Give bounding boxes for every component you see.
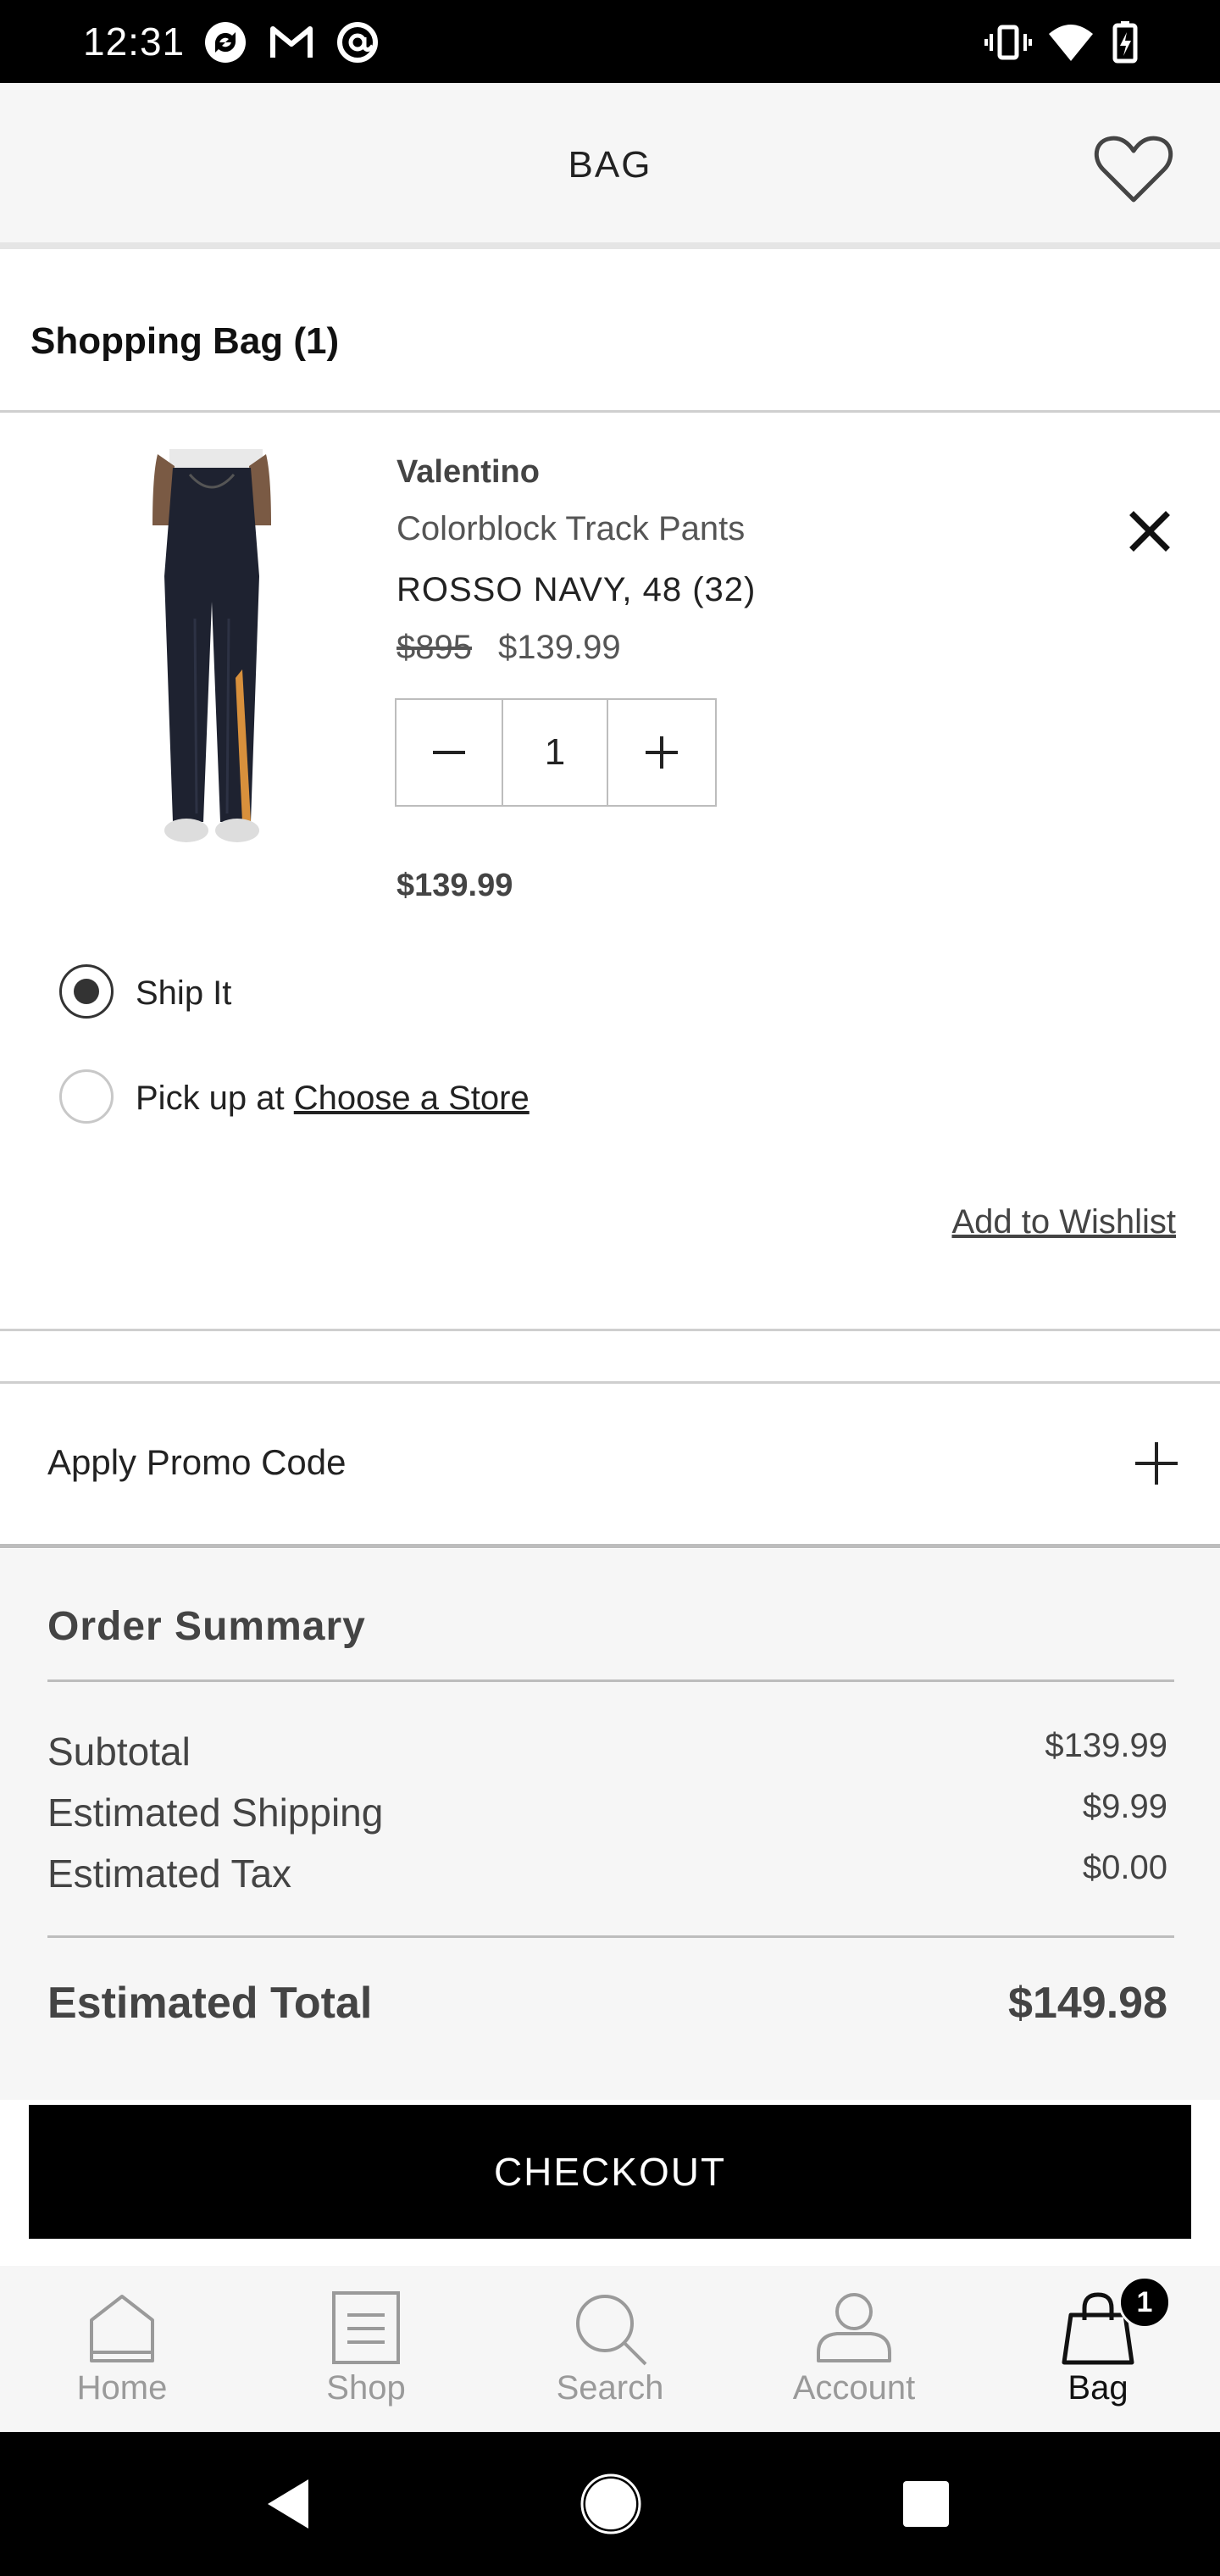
wifi-icon <box>1047 20 1095 64</box>
ship-it-radio[interactable] <box>59 964 114 1019</box>
battery-charging-icon <box>1101 20 1149 64</box>
original-price: $895 <box>396 629 472 666</box>
decrease-quantity-button[interactable] <box>396 700 503 805</box>
nav-item-shop[interactable]: Shop <box>244 2266 488 2432</box>
quantity-stepper: 1 <box>395 698 717 807</box>
minus-icon <box>433 751 465 754</box>
pickup-prefix: Pick up at <box>136 1080 285 1117</box>
nav-label-shop: Shop <box>326 2369 406 2407</box>
nav-label-home: Home <box>76 2369 168 2407</box>
pickup-label: Pick up at Choose a Store <box>136 1080 530 1118</box>
promo-label: Apply Promo Code <box>47 1442 347 1482</box>
divider <box>0 410 1220 413</box>
status-time: 12:31 <box>83 19 186 64</box>
plus-icon[interactable] <box>1134 1441 1179 1486</box>
vibrate-icon <box>984 20 1032 64</box>
divider <box>0 1381 1220 1384</box>
subtotal-value: $139.99 <box>1045 1727 1167 1764</box>
product-image[interactable] <box>102 449 322 847</box>
tax-label: Estimated Tax <box>47 1852 292 1896</box>
quantity-value[interactable]: 1 <box>503 700 608 805</box>
increase-quantity-button[interactable] <box>608 700 715 805</box>
divider <box>0 1329 1220 1331</box>
line-total: $139.99 <box>396 868 513 903</box>
nav-item-home[interactable]: Home <box>0 2266 244 2432</box>
summary-title: Order Summary <box>47 1604 366 1649</box>
app-header: BAG <box>0 83 1220 249</box>
total-value: $149.98 <box>1008 1979 1167 2028</box>
pickup-radio[interactable] <box>59 1069 114 1124</box>
nav-label-account: Account <box>792 2369 916 2407</box>
nav-item-search[interactable]: Search <box>488 2266 732 2432</box>
product-variant: ROSSO NAVY, 48 (32) <box>396 571 757 608</box>
ship-it-label[interactable]: Ship It <box>136 974 231 1013</box>
bag-count-badge: 1 <box>1118 2276 1171 2329</box>
add-to-wishlist-link[interactable]: Add to Wishlist <box>951 1203 1176 1241</box>
divider <box>47 1935 1174 1938</box>
product-brand: Valentino <box>396 454 540 490</box>
nav-label-search: Search <box>556 2369 664 2407</box>
shop-icon <box>324 2286 408 2371</box>
recents-icon[interactable] <box>888 2466 964 2542</box>
nav-label-bag: Bag <box>1068 2369 1128 2407</box>
checkout-button[interactable]: CHECKOUT <box>29 2105 1191 2239</box>
home-icon <box>80 2286 164 2371</box>
bottom-nav: Home Shop Search Account 1 Bag <box>0 2266 1220 2432</box>
total-label: Estimated Total <box>47 1979 373 2028</box>
gmail-icon <box>268 20 315 64</box>
heart-outline-icon[interactable] <box>1093 130 1174 207</box>
at-icon <box>334 20 381 64</box>
bag-heading: Shopping Bag (1) <box>30 320 340 362</box>
nav-item-account[interactable]: Account <box>732 2266 976 2432</box>
sale-price: $139.99 <box>498 629 621 666</box>
plus-icon <box>646 736 678 769</box>
shipping-label: Estimated Shipping <box>47 1790 384 1835</box>
choose-store-link[interactable]: Choose a Store <box>294 1080 530 1117</box>
nav-item-bag[interactable]: 1 Bag <box>976 2266 1220 2432</box>
system-nav-bar <box>0 2432 1220 2576</box>
subtotal-label: Subtotal <box>47 1729 191 1774</box>
status-bar: 12:31 <box>0 0 1220 83</box>
divider <box>47 1679 1174 1682</box>
account-icon <box>812 2286 896 2371</box>
divider <box>0 1544 1220 1548</box>
sync-icon <box>202 20 249 64</box>
order-summary: Order Summary Subtotal $139.99 Estimated… <box>0 1549 1220 2100</box>
shipping-value: $9.99 <box>1082 1788 1167 1825</box>
search-icon <box>568 2286 652 2371</box>
product-name[interactable]: Colorblock Track Pants <box>396 510 745 548</box>
promo-code-row[interactable]: Apply Promo Code <box>0 1385 1220 1546</box>
tax-value: $0.00 <box>1082 1849 1167 1886</box>
page-title: BAG <box>568 144 652 186</box>
back-icon[interactable] <box>252 2466 329 2542</box>
close-icon[interactable] <box>1125 507 1174 556</box>
home-button-icon[interactable] <box>573 2466 649 2542</box>
